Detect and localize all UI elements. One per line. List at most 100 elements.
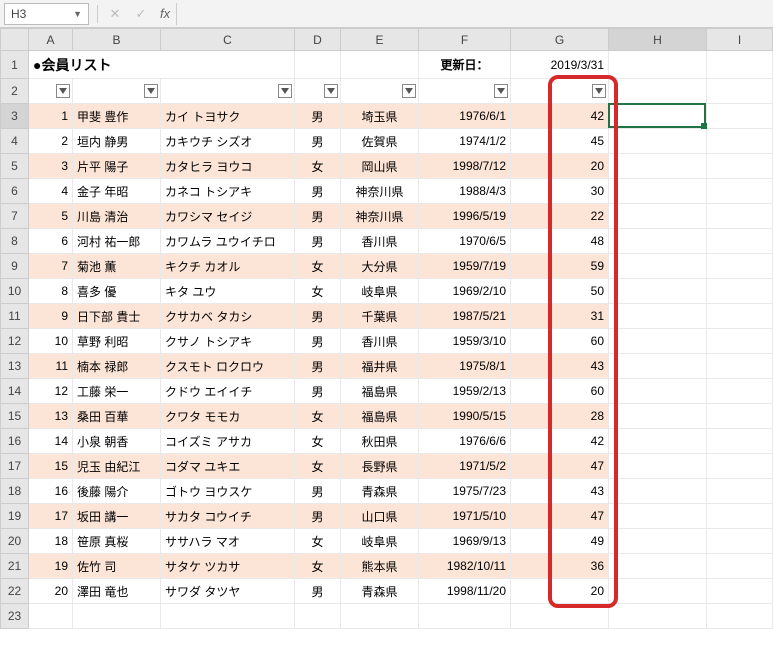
cell-empty[interactable] xyxy=(707,504,773,529)
cell-name[interactable]: 金子 年昭 xyxy=(73,179,161,204)
cell-age[interactable]: 20 xyxy=(511,154,609,179)
cell-age[interactable]: 60 xyxy=(511,379,609,404)
cell-kana[interactable]: カワムラ ユウイチロ xyxy=(161,229,295,254)
filter-button[interactable] xyxy=(324,84,338,98)
select-all-corner[interactable] xyxy=(1,29,29,51)
cell-empty[interactable] xyxy=(707,229,773,254)
row-header-15[interactable]: 15 xyxy=(1,404,29,429)
cell-pref[interactable]: 福島県 xyxy=(341,404,419,429)
cell-birth[interactable]: 1982/10/11 xyxy=(419,554,511,579)
cell-age[interactable]: 49 xyxy=(511,529,609,554)
cell-birth[interactable]: 1975/8/1 xyxy=(419,354,511,379)
cell-birth[interactable]: 1976/6/1 xyxy=(419,104,511,129)
row-header-21[interactable]: 21 xyxy=(1,554,29,579)
col-header-B[interactable]: B xyxy=(73,29,161,51)
cell-kana[interactable]: キクチ カオル xyxy=(161,254,295,279)
cell-gender[interactable]: 男 xyxy=(295,129,341,154)
cell-empty[interactable] xyxy=(707,329,773,354)
cell-pref[interactable]: 熊本県 xyxy=(341,554,419,579)
cell-age[interactable]: 31 xyxy=(511,304,609,329)
cell-empty[interactable] xyxy=(707,354,773,379)
cell-name[interactable]: 草野 利昭 xyxy=(73,329,161,354)
chevron-down-icon[interactable]: ▼ xyxy=(73,9,82,19)
cell-gender[interactable]: 女 xyxy=(295,429,341,454)
cell-pref[interactable]: 埼玉県 xyxy=(341,104,419,129)
fx-icon[interactable]: fx xyxy=(160,6,170,21)
cell-age[interactable]: 42 xyxy=(511,104,609,129)
cell-birth[interactable]: 1974/1/2 xyxy=(419,129,511,154)
row-header-14[interactable]: 14 xyxy=(1,379,29,404)
row-header-17[interactable]: 17 xyxy=(1,454,29,479)
cell-kana[interactable]: コダマ ユキエ xyxy=(161,454,295,479)
cell-kana[interactable]: ゴトウ ヨウスケ xyxy=(161,479,295,504)
name-box[interactable]: H3 ▼ xyxy=(4,3,89,25)
cell-kana[interactable]: サタケ ツカサ xyxy=(161,554,295,579)
cell-name[interactable]: 笹原 真桜 xyxy=(73,529,161,554)
cell-pref[interactable]: 福井県 xyxy=(341,354,419,379)
col-header-A[interactable]: A xyxy=(29,29,73,51)
cell-kana[interactable]: カタヒラ ヨウコ xyxy=(161,154,295,179)
th-pref[interactable]: 居住地 xyxy=(341,79,419,104)
cell-empty[interactable] xyxy=(707,304,773,329)
cell-kana[interactable]: カイ トヨサク xyxy=(161,104,295,129)
cell-empty[interactable] xyxy=(609,129,707,154)
cell-no[interactable]: 4 xyxy=(29,179,73,204)
cell-name[interactable]: 児玉 由紀江 xyxy=(73,454,161,479)
cell-no[interactable]: 13 xyxy=(29,404,73,429)
cell-kana[interactable]: サカタ コウイチ xyxy=(161,504,295,529)
cell-no[interactable]: 14 xyxy=(29,429,73,454)
cell-pref[interactable]: 佐賀県 xyxy=(341,129,419,154)
cell-no[interactable]: 19 xyxy=(29,554,73,579)
cell-kana[interactable]: コイズミ アサカ xyxy=(161,429,295,454)
cell-empty[interactable] xyxy=(609,304,707,329)
cell-pref[interactable]: 千葉県 xyxy=(341,304,419,329)
cell-no[interactable]: 17 xyxy=(29,504,73,529)
cell-empty[interactable] xyxy=(707,529,773,554)
cell-pref[interactable]: 青森県 xyxy=(341,479,419,504)
row-header-11[interactable]: 11 xyxy=(1,304,29,329)
th-kana[interactable]: フリガナ xyxy=(161,79,295,104)
cell-no[interactable]: 2 xyxy=(29,129,73,154)
cell-name[interactable]: 片平 陽子 xyxy=(73,154,161,179)
cell-age[interactable]: 43 xyxy=(511,479,609,504)
cell-name[interactable]: 日下部 貴士 xyxy=(73,304,161,329)
cell-empty[interactable] xyxy=(609,479,707,504)
cell-kana[interactable]: サワダ タツヤ xyxy=(161,579,295,604)
cell-empty[interactable] xyxy=(609,379,707,404)
cell-birth[interactable]: 1996/5/19 xyxy=(419,204,511,229)
cell-empty[interactable] xyxy=(609,429,707,454)
cell-birth[interactable]: 1969/9/13 xyxy=(419,529,511,554)
cell-name[interactable]: 工藤 栄一 xyxy=(73,379,161,404)
cell-empty[interactable] xyxy=(707,429,773,454)
col-header-H[interactable]: H xyxy=(609,29,707,51)
cell-age[interactable]: 60 xyxy=(511,329,609,354)
cell-no[interactable]: 10 xyxy=(29,329,73,354)
cell-age[interactable]: 47 xyxy=(511,504,609,529)
cell-no[interactable]: 20 xyxy=(29,579,73,604)
col-header-D[interactable]: D xyxy=(295,29,341,51)
cell-gender[interactable]: 男 xyxy=(295,579,341,604)
cell-kana[interactable]: キタ ユウ xyxy=(161,279,295,304)
cell-pref[interactable]: 秋田県 xyxy=(341,429,419,454)
cell-empty[interactable] xyxy=(707,454,773,479)
cell-empty[interactable] xyxy=(707,579,773,604)
cell-kana[interactable]: クワタ モモカ xyxy=(161,404,295,429)
cell-name[interactable]: 喜多 優 xyxy=(73,279,161,304)
cell-gender[interactable]: 女 xyxy=(295,404,341,429)
spreadsheet-grid[interactable]: A B C D E F G H I 1 ●会員リスト 更新日： 2019/3/3… xyxy=(0,28,773,629)
cell-age[interactable]: 42 xyxy=(511,429,609,454)
filter-button[interactable] xyxy=(144,84,158,98)
cell-age[interactable]: 20 xyxy=(511,579,609,604)
formula-input[interactable] xyxy=(176,3,773,25)
row-header-7[interactable]: 7 xyxy=(1,204,29,229)
cell-name[interactable]: 菊池 薫 xyxy=(73,254,161,279)
cell-birth[interactable]: 1976/6/6 xyxy=(419,429,511,454)
col-header-I[interactable]: I xyxy=(707,29,773,51)
cell-pref[interactable]: 大分県 xyxy=(341,254,419,279)
cell-age[interactable]: 30 xyxy=(511,179,609,204)
cell-birth[interactable]: 1969/2/10 xyxy=(419,279,511,304)
filter-button[interactable] xyxy=(56,84,70,98)
cell-gender[interactable]: 女 xyxy=(295,254,341,279)
cell-gender[interactable]: 男 xyxy=(295,304,341,329)
cell-empty[interactable] xyxy=(707,179,773,204)
